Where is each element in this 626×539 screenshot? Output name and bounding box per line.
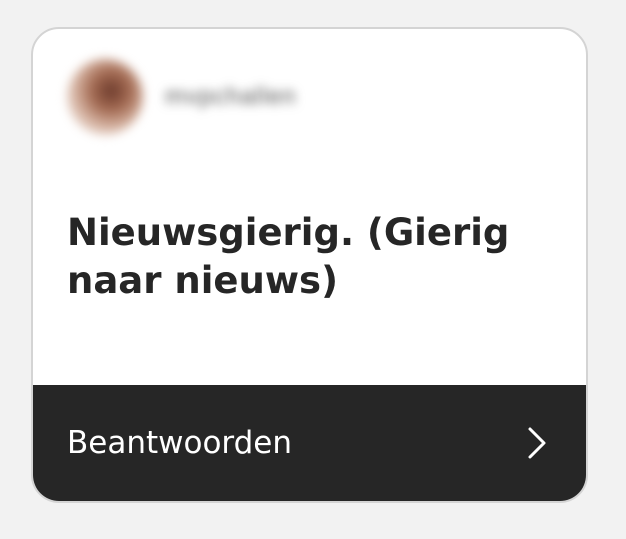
- avatar: [67, 59, 143, 135]
- question-text: Nieuwsgierig. (Gierig naar nieuws): [67, 211, 510, 302]
- answer-button[interactable]: Beantwoorden: [33, 385, 586, 501]
- chevron-right-icon: [524, 427, 550, 459]
- username: mvpchallen: [165, 83, 297, 110]
- answer-label: Beantwoorden: [67, 425, 293, 461]
- question-card: mvpchallen Nieuwsgierig. (Gierig naar ni…: [31, 27, 588, 503]
- card-header: mvpchallen: [67, 59, 296, 135]
